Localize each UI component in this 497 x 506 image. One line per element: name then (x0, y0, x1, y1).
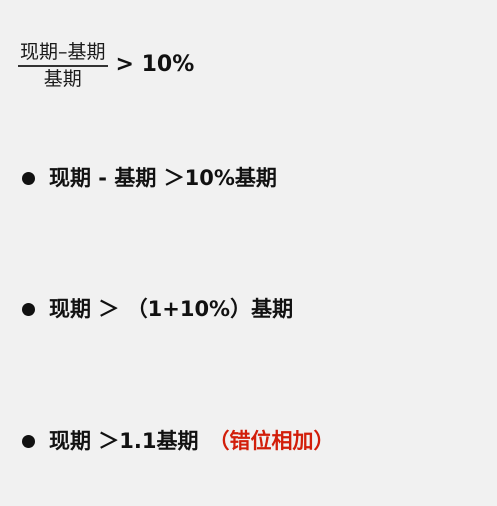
bullet-dot-icon (22, 435, 35, 448)
bullet-item-multiplier: 现期 ＞ （1+10%）基期 (22, 299, 293, 320)
bullet-text: 现期 ＞1.1基期 (49, 429, 199, 453)
fraction-comparison: > 10% (115, 51, 195, 77)
fraction-numerator: 现期–基期 (20, 41, 106, 63)
bullet-dot-icon (22, 303, 35, 316)
bullet-dot-icon (22, 172, 35, 185)
bullet-item-simplified: 现期 ＞1.1基期 （错位相加） (22, 431, 335, 452)
bullet-item-difference: 现期 - 基期 ＞10%基期 (22, 168, 277, 189)
method-note: （错位相加） (208, 429, 335, 453)
bullet-text: 现期 - 基期 ＞10%基期 (49, 166, 277, 190)
fraction-denominator: 基期 (43, 68, 82, 90)
ratio-inequality: 现期–基期 基期 > 10% (18, 36, 194, 96)
bullet-text: 现期 ＞ （1+10%）基期 (49, 297, 294, 321)
growth-rate-fraction: 现期–基期 基期 (18, 43, 108, 89)
